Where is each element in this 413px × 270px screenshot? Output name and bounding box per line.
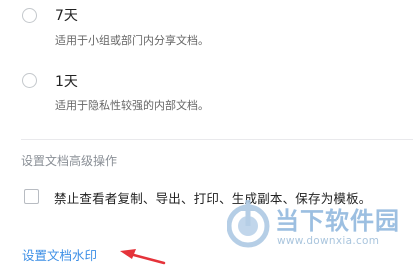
radio-7-days[interactable] bbox=[22, 8, 37, 23]
set-watermark-link[interactable]: 设置文档水印 bbox=[22, 245, 97, 264]
option-7-days-title: 7天 bbox=[55, 8, 78, 24]
annotation-arrow-icon bbox=[120, 249, 166, 265]
watermark-brand: 当下软件园 bbox=[275, 207, 400, 235]
radio-1-day[interactable] bbox=[22, 73, 37, 88]
watermark-logo-icon bbox=[227, 200, 270, 248]
restrict-actions-checkbox[interactable] bbox=[24, 189, 39, 204]
advanced-section-title: 设置文档高级操作 bbox=[21, 154, 118, 168]
option-1-day-desc: 适用于隐私性较强的内部文档。 bbox=[55, 99, 209, 112]
site-watermark: 当下软件园 www.downxia.com bbox=[225, 197, 413, 257]
option-1-day-title: 1天 bbox=[55, 74, 78, 90]
watermark-url: www.downxia.com bbox=[277, 235, 380, 247]
divider bbox=[21, 139, 413, 140]
option-7-days-desc: 适用于小组或部门内分享文档。 bbox=[55, 34, 209, 47]
